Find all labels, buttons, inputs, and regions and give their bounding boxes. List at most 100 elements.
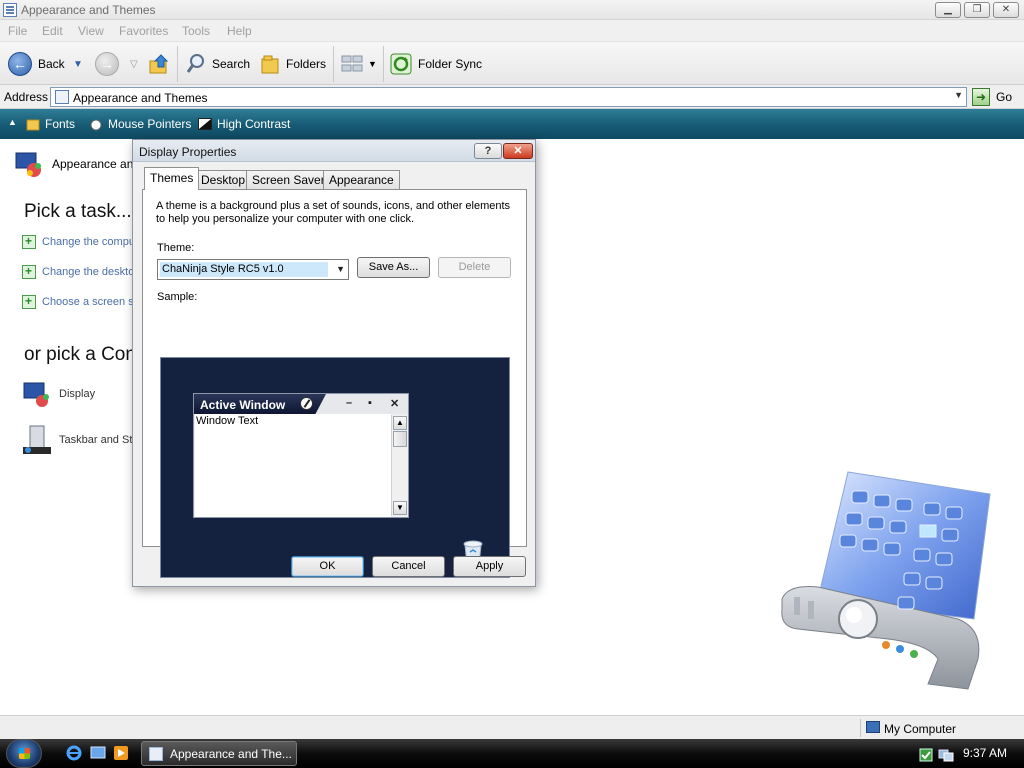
toolbar-separator [383, 46, 384, 82]
media-player-icon[interactable] [113, 745, 129, 761]
theme-label: Theme: [157, 242, 195, 254]
appearance-themes-icon [15, 152, 41, 177]
sample-window-text: Window Text [196, 415, 259, 427]
task-icon [22, 234, 36, 249]
display-icon [23, 382, 49, 407]
apply-button[interactable]: Apply [453, 556, 526, 577]
tab-appearance[interactable]: Appearance [323, 170, 400, 189]
restore-button[interactable]: ❐ [964, 2, 990, 18]
task-link-2[interactable]: Change the deskto [22, 264, 135, 279]
sample-active-window: Active Window – ▪ ✕ Window Text ▲ ▼ [193, 393, 409, 518]
link-mouse-pointers[interactable]: Mouse Pointers [89, 117, 191, 131]
views-button[interactable]: ▼ [341, 42, 377, 86]
toolbar: ← Back ▼ → ▽ Search Folders ▼ Folder Syn… [0, 41, 1024, 85]
show-desktop-icon[interactable] [90, 745, 106, 761]
views-icon [341, 55, 363, 72]
sample-maximize-icon: ▪ [368, 397, 372, 409]
back-history-dropdown[interactable]: ▼ [73, 42, 83, 86]
link-high-contrast[interactable]: High Contrast [198, 117, 290, 131]
up-folder-button[interactable] [148, 42, 170, 86]
menu-help[interactable]: Help [227, 24, 252, 38]
display-cpl-item[interactable]: Display [22, 379, 95, 409]
status-divider [860, 719, 861, 737]
sample-window-orb-icon [300, 397, 313, 410]
folder-sync-button[interactable]: Folder Sync [390, 42, 482, 86]
security-center-icon[interactable] [918, 747, 934, 763]
window-titlebar[interactable]: Appearance and Themes ▁ ❐ ✕ [0, 0, 1024, 20]
theme-select[interactable]: ChaNinja Style RC5 v1.0 ▼ [157, 259, 349, 280]
forward-button[interactable]: → [95, 42, 119, 86]
close-window-button[interactable]: ✕ [993, 2, 1019, 18]
save-as-button[interactable]: Save As... [357, 257, 430, 278]
folders-button[interactable]: Folders [260, 42, 326, 86]
taskbar: Appearance and The... 9:37 AM [0, 739, 1024, 768]
clock[interactable]: 9:37 AM [963, 746, 1007, 760]
go-arrow-icon[interactable]: ➜ [972, 88, 990, 106]
menu-tools[interactable]: Tools [182, 24, 210, 38]
close-dialog-button[interactable]: ✕ [503, 143, 533, 159]
go-button[interactable]: Go [996, 90, 1012, 104]
display-properties-dialog: Display Properties ? ✕ Themes Desktop Sc… [132, 139, 536, 587]
my-computer-icon [866, 721, 880, 733]
status-location: My Computer [884, 722, 957, 736]
system-tray [918, 747, 955, 763]
taskbar-cpl-item[interactable]: Taskbar and St [22, 425, 132, 455]
address-label: Address [4, 90, 49, 104]
taskbar-button-label: Appearance and The... [170, 746, 292, 761]
views-dropdown-icon[interactable]: ▼ [368, 59, 377, 69]
sample-window-titlebar: Active Window – ▪ ✕ [194, 394, 408, 414]
back-button[interactable]: ← Back [8, 42, 65, 86]
taskbar-start-menu-icon [23, 425, 51, 454]
tab-desktop[interactable]: Desktop [195, 170, 252, 189]
tab-themes[interactable]: Themes [144, 167, 200, 190]
control-panel-icon [149, 746, 163, 761]
theme-description-line-1: A theme is a background plus a set of so… [156, 200, 511, 212]
scroll-thumb [393, 431, 407, 447]
forward-arrow-icon: → [95, 52, 119, 76]
menu-view[interactable]: View [78, 24, 104, 38]
theme-select-value: ChaNinja Style RC5 v1.0 [160, 262, 328, 277]
sample-close-icon: ✕ [390, 398, 400, 410]
address-dropdown-icon[interactable]: ▼ [954, 90, 963, 100]
tab-screen-saver[interactable]: Screen Saver [246, 170, 331, 189]
link-fonts-label: Fonts [45, 117, 76, 131]
cancel-button[interactable]: Cancel [372, 556, 445, 577]
address-input[interactable]: Appearance and Themes ▼ [50, 87, 967, 107]
menu-file[interactable]: File [8, 24, 27, 38]
start-button[interactable] [6, 739, 42, 768]
sample-label: Sample: [157, 291, 198, 303]
task-icon [22, 294, 36, 309]
dialog-titlebar[interactable]: Display Properties ? ✕ [133, 140, 535, 162]
task-label: Change the deskto [42, 266, 135, 278]
menu-edit[interactable]: Edit [42, 24, 63, 38]
themes-tab-panel: A theme is a background plus a set of so… [142, 189, 527, 578]
folders-icon [261, 55, 279, 74]
sample-minimize-icon: – [346, 397, 353, 409]
network-icon[interactable] [937, 747, 955, 763]
ok-button[interactable]: OK [291, 556, 364, 577]
menu-favorites[interactable]: Favorites [119, 24, 168, 38]
task-link-3[interactable]: Choose a screen s [22, 294, 134, 309]
scroll-up-icon: ▲ [393, 416, 407, 430]
search-button[interactable]: Search [186, 42, 250, 86]
display-label: Display [59, 388, 96, 400]
internet-explorer-icon[interactable] [66, 745, 82, 761]
category-header: Appearance and [14, 149, 140, 179]
help-button[interactable]: ? [474, 143, 502, 159]
toolbar-separator [333, 46, 334, 82]
delete-button[interactable]: Delete [438, 257, 511, 278]
minimize-button[interactable]: ▁ [935, 2, 961, 18]
address-value: Appearance and Themes [73, 91, 208, 105]
sample-window-caption: Active Window [194, 394, 326, 414]
link-fonts[interactable]: Fonts [26, 117, 75, 131]
forward-history-dropdown[interactable]: ▽ [130, 42, 138, 86]
back-label: Back [38, 57, 65, 71]
taskbar-button-appearance[interactable]: Appearance and The... [141, 741, 297, 766]
search-label: Search [212, 57, 251, 71]
pick-task-heading: Pick a task... [24, 201, 132, 222]
pick-control-panel-heading: or pick a Con [24, 344, 136, 365]
control-panel-icon [55, 90, 69, 104]
task-link-1[interactable]: Change the compu [22, 234, 135, 249]
task-label: Change the compu [42, 236, 135, 248]
links-collapse-icon[interactable]: ▲ [8, 117, 17, 127]
